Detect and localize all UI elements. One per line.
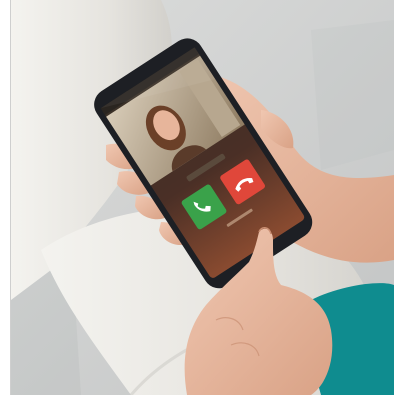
photo-scene	[11, 0, 394, 395]
photo-illustration	[11, 0, 394, 395]
image-frame	[0, 0, 394, 395]
